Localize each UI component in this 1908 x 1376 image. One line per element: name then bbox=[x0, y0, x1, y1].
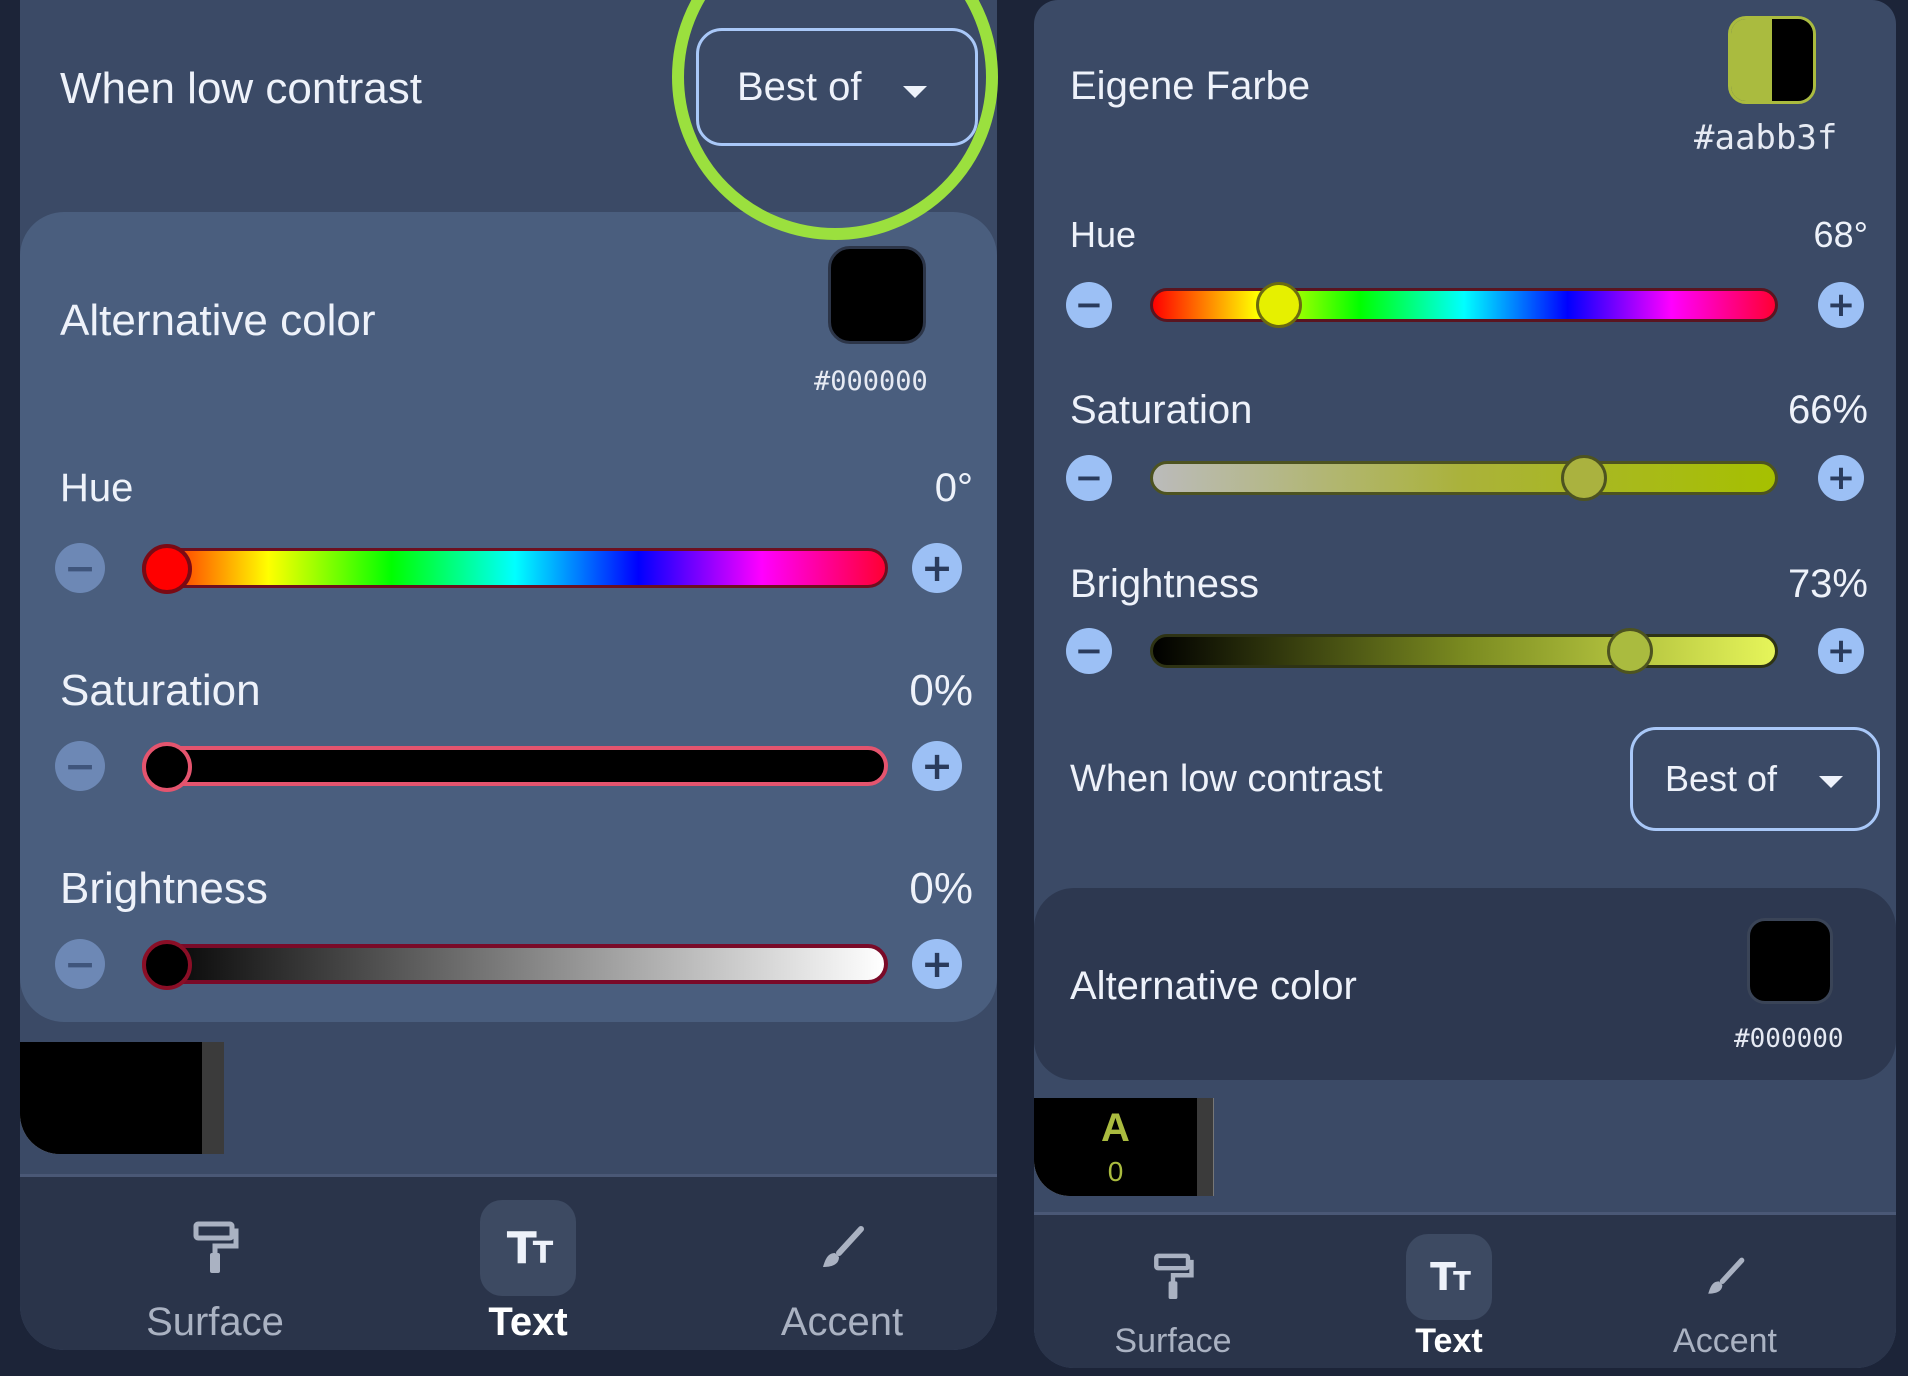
hue-increase-button[interactable]: + bbox=[912, 543, 962, 593]
hue-slider[interactable] bbox=[142, 548, 888, 588]
nav-accent-label: Accent bbox=[1673, 1322, 1777, 1360]
nav-accent-icon-holder bbox=[1682, 1234, 1768, 1320]
brightness-increase-button[interactable]: + bbox=[912, 939, 962, 989]
brightness-label: Brightness bbox=[1070, 562, 1259, 606]
hue-increase-button[interactable]: + bbox=[1818, 282, 1864, 328]
hue-label: Hue bbox=[1070, 214, 1137, 255]
saturation-slider-thumb[interactable] bbox=[142, 742, 192, 792]
saturation-decrease-button[interactable]: − bbox=[55, 741, 105, 791]
hue-value: 0° bbox=[934, 466, 973, 510]
nav-text-label: Text bbox=[488, 1300, 568, 1344]
nav-surface-icon-holder bbox=[1130, 1234, 1216, 1320]
brightness-slider[interactable] bbox=[1150, 634, 1778, 668]
hue-slider[interactable] bbox=[1150, 288, 1778, 322]
nav-surface[interactable]: Surface bbox=[1088, 1234, 1258, 1361]
nav-text-icon-holder: TT bbox=[480, 1200, 576, 1296]
hue-decrease-button[interactable]: − bbox=[1066, 282, 1112, 328]
saturation-label: Saturation bbox=[60, 666, 261, 715]
nav-surface-icon-holder bbox=[167, 1200, 263, 1296]
brightness-slider-thumb[interactable] bbox=[142, 940, 192, 990]
dropdown-value: Best of bbox=[1665, 758, 1778, 799]
contrast-swatch-strip: A 100 A 75 A 50 A 25 bbox=[20, 1042, 997, 1154]
contrast-swatch-strip: A 100 A 75 A 50 A 25 A 0 bbox=[1034, 1098, 1896, 1196]
hue-value: 68° bbox=[1813, 214, 1868, 255]
brightness-slider[interactable] bbox=[142, 944, 888, 984]
nav-surface-label: Surface bbox=[1114, 1322, 1232, 1360]
hue-decrease-button[interactable]: − bbox=[55, 543, 105, 593]
alternative-color-swatch[interactable] bbox=[828, 246, 926, 344]
nav-surface-label: Surface bbox=[146, 1300, 284, 1344]
when-low-contrast-label: When low contrast bbox=[1070, 758, 1383, 800]
paint-roller-icon bbox=[193, 1221, 239, 1273]
brightness-slider-thumb[interactable] bbox=[1607, 628, 1653, 674]
nav-accent[interactable]: Accent bbox=[1640, 1234, 1810, 1361]
hue-label: Hue bbox=[60, 466, 134, 510]
right-panel: Eigene Farbe #aabb3f Hue 68° − + Saturat… bbox=[1034, 0, 1896, 1368]
saturation-increase-button[interactable]: + bbox=[1818, 455, 1864, 501]
saturation-increase-button[interactable]: + bbox=[912, 741, 962, 791]
when-low-contrast-label: When low contrast bbox=[60, 64, 422, 113]
saturation-slider[interactable] bbox=[142, 746, 888, 786]
brightness-decrease-button[interactable]: − bbox=[1066, 628, 1112, 674]
hue-slider-thumb[interactable] bbox=[1256, 282, 1302, 328]
alternative-color-label: Alternative color bbox=[1070, 964, 1357, 1008]
nav-text-label: Text bbox=[1415, 1322, 1483, 1360]
saturation-value: 66% bbox=[1787, 388, 1868, 432]
eigene-farbe-hex: #aabb3f bbox=[1694, 118, 1838, 158]
alternative-color-swatch[interactable] bbox=[1747, 918, 1833, 1004]
saturation-decrease-button[interactable]: − bbox=[1066, 455, 1112, 501]
nav-accent[interactable]: Accent bbox=[747, 1200, 937, 1345]
brightness-value: 0% bbox=[909, 864, 973, 913]
nav-accent-label: Accent bbox=[780, 1300, 904, 1344]
nav-text-icon-holder: TT bbox=[1406, 1234, 1492, 1320]
hue-slider-thumb[interactable] bbox=[142, 544, 192, 594]
alternative-color-hex: #000000 bbox=[1734, 1024, 1844, 1054]
nav-text[interactable]: TT Text bbox=[1364, 1234, 1534, 1361]
brush-icon bbox=[823, 1226, 864, 1267]
paint-roller-icon bbox=[1154, 1253, 1194, 1299]
brush-icon bbox=[1708, 1257, 1745, 1294]
text-size-icon: TT bbox=[1430, 1255, 1471, 1299]
saturation-label: Saturation bbox=[1070, 388, 1253, 432]
brightness-label: Brightness bbox=[60, 864, 268, 913]
swatch-0[interactable]: A 0 bbox=[1034, 1098, 1197, 1196]
swatch-black-half bbox=[1772, 19, 1813, 101]
alternative-color-label: Alternative color bbox=[60, 296, 376, 345]
saturation-slider[interactable] bbox=[1150, 461, 1778, 495]
brightness-increase-button[interactable]: + bbox=[1818, 628, 1864, 674]
eigene-farbe-swatch[interactable] bbox=[1728, 16, 1816, 104]
brightness-value: 73% bbox=[1787, 562, 1868, 606]
nav-text[interactable]: TT Text bbox=[433, 1200, 623, 1345]
nav-accent-icon-holder bbox=[794, 1200, 890, 1296]
saturation-value: 0% bbox=[909, 666, 973, 715]
brightness-decrease-button[interactable]: − bbox=[55, 939, 105, 989]
saturation-slider-thumb[interactable] bbox=[1561, 455, 1607, 501]
eigene-farbe-label: Eigene Farbe bbox=[1070, 64, 1311, 108]
chevron-down-icon bbox=[1819, 776, 1843, 788]
swatch-color-half bbox=[1731, 19, 1772, 101]
swatch-0[interactable] bbox=[20, 1042, 202, 1154]
alternative-color-hex: #000000 bbox=[814, 366, 928, 397]
when-low-contrast-dropdown[interactable]: Best of bbox=[1630, 727, 1880, 831]
nav-surface[interactable]: Surface bbox=[120, 1200, 310, 1345]
text-size-icon: TT bbox=[506, 1222, 554, 1274]
